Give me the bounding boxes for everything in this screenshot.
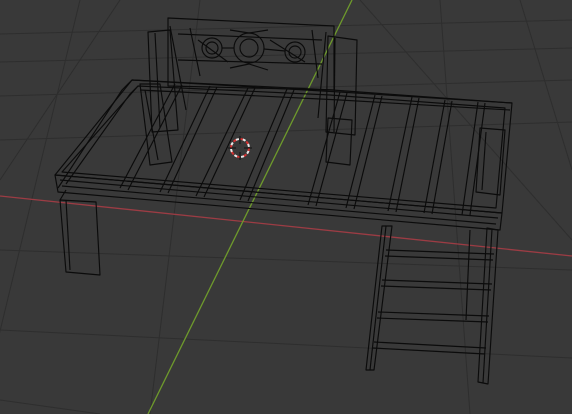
bed-platform[interactable] (54, 79, 513, 231)
ladder[interactable] (365, 225, 499, 385)
3d-viewport[interactable] (0, 0, 572, 414)
viewport-canvas[interactable] (0, 0, 572, 414)
3d-cursor-icon[interactable] (228, 136, 252, 160)
front-left-leg[interactable] (59, 189, 101, 276)
